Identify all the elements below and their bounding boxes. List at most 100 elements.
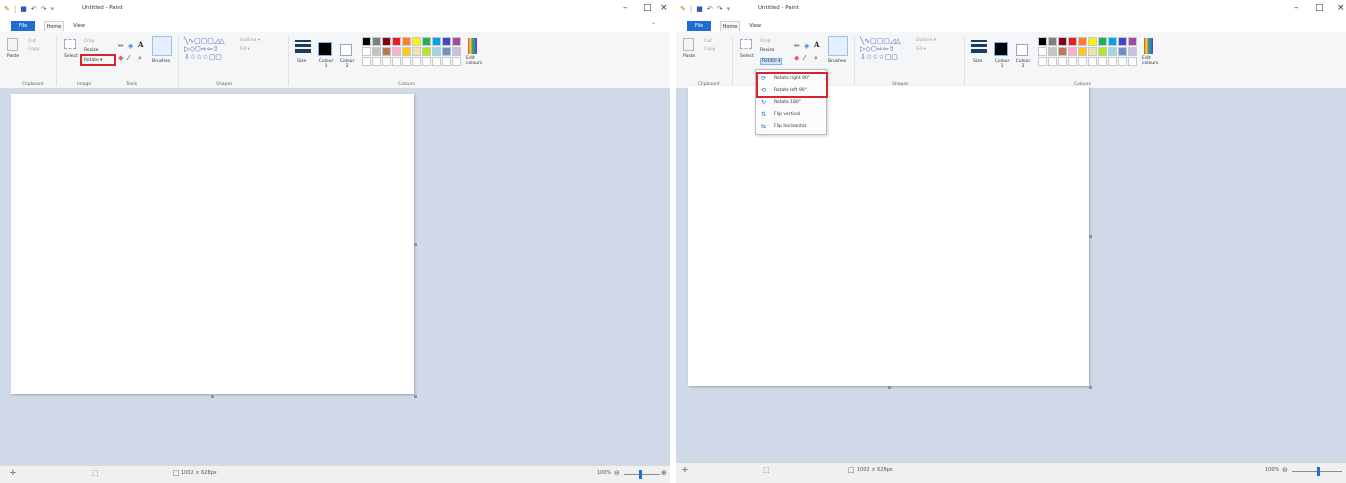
minimize-ribbon-icon[interactable]: ⌃ (651, 22, 656, 29)
edit-colours-icon[interactable] (468, 38, 477, 54)
shapes-gallery[interactable]: ╲∿▢▢▢◿△ (184, 37, 225, 45)
select-icon[interactable] (64, 39, 76, 49)
edit-colours-icon[interactable] (1144, 38, 1153, 54)
colour-swatch[interactable] (1088, 57, 1097, 66)
colour-swatch[interactable] (442, 37, 451, 46)
pencil-icon[interactable]: ✏ (794, 42, 800, 50)
colour-swatch[interactable] (1058, 47, 1067, 56)
eraser-icon[interactable]: ◆ (794, 54, 799, 62)
colour-swatch[interactable] (402, 47, 411, 56)
colour-swatch[interactable] (452, 37, 461, 46)
magnifier-icon[interactable]: ⌕ (138, 54, 142, 62)
edit-colours-button[interactable]: Edit colours (466, 56, 482, 66)
paste-button[interactable]: Paste (7, 54, 19, 59)
magnifier-icon[interactable]: ⌕ (814, 54, 818, 62)
colour-swatch[interactable] (1038, 37, 1047, 46)
colour-swatch[interactable] (1108, 57, 1117, 66)
maximize-button[interactable]: □ (643, 3, 652, 13)
close-button[interactable]: × (1337, 3, 1345, 13)
colour-swatch[interactable] (402, 57, 411, 66)
resize-handle-corner[interactable] (414, 395, 417, 398)
colour-swatch[interactable] (1058, 57, 1067, 66)
colour-swatch[interactable] (422, 47, 431, 56)
colour2-button[interactable]: Colour 2 (1014, 59, 1032, 69)
shapes-gallery[interactable]: ╲∿▢▢▢◿△ (860, 37, 901, 45)
size-button[interactable]: Size (297, 59, 306, 64)
colour-swatch[interactable] (1098, 57, 1107, 66)
redo-icon[interactable]: ↷ (717, 5, 723, 13)
outline-button[interactable]: Outline ▾ (240, 38, 260, 43)
colour-palette[interactable] (1038, 37, 1137, 66)
colour-swatch[interactable] (1108, 37, 1117, 46)
close-button[interactable]: × (660, 3, 668, 13)
colour-swatch[interactable] (1108, 47, 1117, 56)
fill-icon[interactable]: ◈ (128, 42, 133, 50)
colour-swatch[interactable] (372, 37, 381, 46)
zoom-in-icon[interactable]: ⊕ (661, 469, 667, 477)
colour2-swatch[interactable] (1016, 44, 1028, 56)
zoom-slider-thumb[interactable] (1317, 467, 1320, 476)
colour-swatch[interactable] (362, 57, 371, 66)
colour-swatch[interactable] (1048, 37, 1057, 46)
pencil-icon[interactable]: ✏ (118, 42, 124, 50)
rotate-button[interactable]: Rotate ▾ (760, 58, 783, 65)
colour-palette[interactable] (362, 37, 461, 66)
select-button[interactable]: Select (64, 54, 78, 59)
paste-icon[interactable] (683, 38, 694, 51)
fill-button[interactable]: Fill ▾ (916, 47, 926, 52)
resize-handle-right[interactable] (1089, 235, 1092, 238)
colour-swatch[interactable] (432, 57, 441, 66)
tab-view[interactable]: View (746, 21, 764, 31)
fill-button[interactable]: Fill ▾ (240, 47, 250, 52)
maximize-button[interactable]: □ (1315, 3, 1324, 13)
save-icon[interactable]: ■ (696, 5, 703, 13)
colour-swatch[interactable] (382, 37, 391, 46)
colour-swatch[interactable] (362, 47, 371, 56)
colour-swatch[interactable] (1098, 37, 1107, 46)
colour-swatch[interactable] (392, 37, 401, 46)
minimize-button[interactable]: – (623, 3, 628, 13)
colour-swatch[interactable] (422, 57, 431, 66)
brushes-icon[interactable] (152, 36, 172, 56)
colour-swatch[interactable] (372, 47, 381, 56)
brushes-button[interactable]: Brushes (152, 59, 170, 64)
colour-swatch[interactable] (412, 57, 421, 66)
tab-home[interactable]: Home (44, 21, 64, 31)
colour1-swatch[interactable] (994, 42, 1008, 56)
colour-swatch[interactable] (1128, 37, 1137, 46)
tab-home[interactable]: Home (720, 21, 740, 31)
drawing-canvas[interactable] (11, 94, 414, 394)
colour-swatch[interactable] (1118, 47, 1127, 56)
colour-swatch[interactable] (422, 37, 431, 46)
colour1-button[interactable]: Colour 1 (317, 59, 335, 69)
resize-handle-bottom[interactable] (888, 386, 891, 389)
colour-swatch[interactable] (1128, 47, 1137, 56)
undo-icon[interactable]: ↶ (707, 5, 713, 13)
edit-colours-button[interactable]: Edit colours (1142, 56, 1158, 66)
cut-button[interactable]: Cut (704, 39, 712, 44)
tab-file[interactable]: File (687, 21, 711, 31)
colour-swatch[interactable] (392, 47, 401, 56)
cut-button[interactable]: Cut (28, 39, 36, 44)
customize-qat-icon[interactable]: ▾ (727, 5, 731, 13)
resize-handle-corner[interactable] (1089, 386, 1092, 389)
eraser-icon[interactable]: ◆ (118, 54, 123, 62)
brushes-button[interactable]: Brushes (828, 59, 846, 64)
crop-button[interactable]: Crop (760, 39, 771, 44)
colour-swatch[interactable] (1078, 37, 1087, 46)
colour-swatch[interactable] (1118, 57, 1127, 66)
colour-swatch[interactable] (1058, 37, 1067, 46)
zoom-out-icon[interactable]: ⊖ (614, 469, 620, 477)
colour-swatch[interactable] (1128, 57, 1137, 66)
text-icon[interactable]: A (138, 41, 143, 49)
undo-icon[interactable]: ↶ (31, 5, 37, 13)
colour-swatch[interactable] (382, 57, 391, 66)
colour-swatch[interactable] (1038, 47, 1047, 56)
colour-swatch[interactable] (1068, 57, 1077, 66)
tab-file[interactable]: File (11, 21, 35, 31)
copy-button[interactable]: Copy (704, 47, 715, 52)
customize-qat-icon[interactable]: ▾ (51, 5, 55, 13)
colour-swatch[interactable] (412, 37, 421, 46)
zoom-slider-thumb[interactable] (639, 470, 642, 479)
colour-swatch[interactable] (362, 37, 371, 46)
